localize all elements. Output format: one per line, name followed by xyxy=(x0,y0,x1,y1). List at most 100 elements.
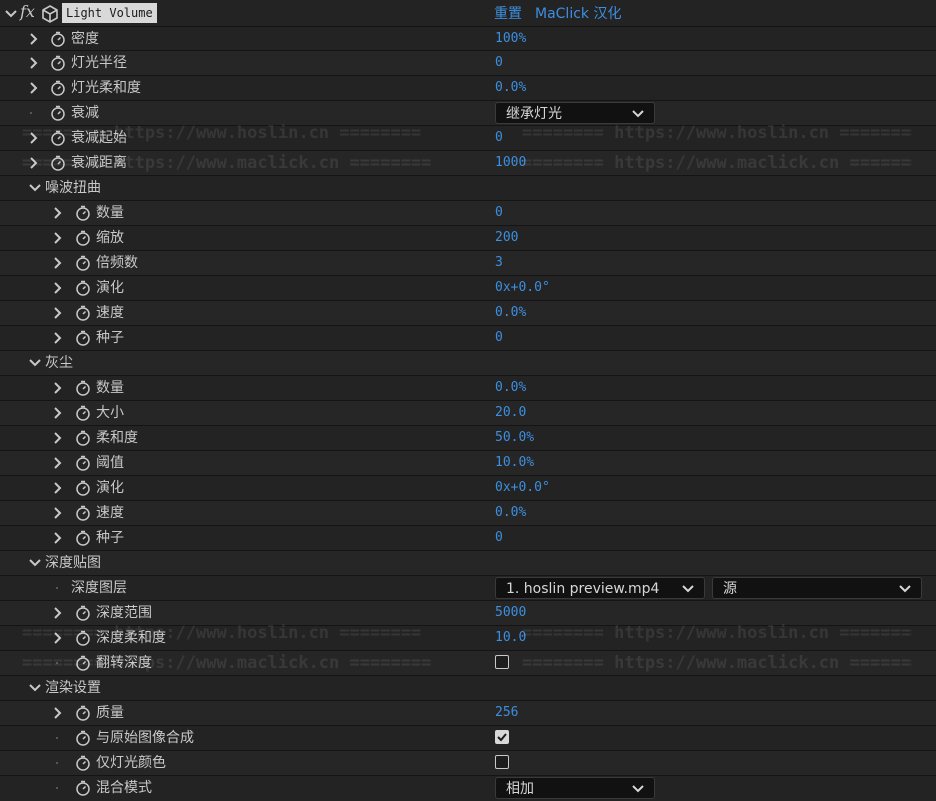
composite-original-checkbox[interactable] xyxy=(495,730,509,744)
param-value[interactable]: 1000 xyxy=(495,151,526,175)
chevron-right-icon[interactable] xyxy=(27,82,39,94)
chevron-right-icon[interactable] xyxy=(51,232,63,244)
stopwatch-icon[interactable] xyxy=(50,31,66,47)
stopwatch-icon[interactable] xyxy=(75,230,91,246)
group-label: 噪波扭曲 xyxy=(45,180,101,196)
param-label: 密度 xyxy=(71,31,99,47)
chevron-down-icon[interactable] xyxy=(29,557,41,569)
stopwatch-icon[interactable] xyxy=(75,205,91,221)
chevron-right-icon[interactable] xyxy=(27,33,39,45)
param-noise-seed: 种子 0 xyxy=(0,326,936,351)
indent-dot xyxy=(56,662,58,664)
stopwatch-icon[interactable] xyxy=(75,755,91,771)
param-value[interactable]: 0x+0.0° xyxy=(495,476,550,500)
param-label: 衰减距离 xyxy=(71,155,127,171)
stopwatch-icon[interactable] xyxy=(50,155,66,171)
param-blend-mode: 混合模式 相加 xyxy=(0,776,936,801)
chevron-down-icon[interactable] xyxy=(29,682,41,694)
param-value[interactable]: 256 xyxy=(495,701,518,725)
indent-dot xyxy=(30,112,32,114)
param-value[interactable]: 0.0% xyxy=(495,501,526,525)
stopwatch-icon[interactable] xyxy=(50,80,66,96)
blend-mode-dropdown[interactable]: 相加 xyxy=(495,777,655,799)
stopwatch-icon[interactable] xyxy=(50,105,66,121)
chevron-right-icon[interactable] xyxy=(27,57,39,69)
chevron-down-icon[interactable] xyxy=(29,357,41,369)
chevron-right-icon[interactable] xyxy=(51,257,63,269)
param-value[interactable]: 0x+0.0° xyxy=(495,276,550,300)
stopwatch-icon[interactable] xyxy=(75,380,91,396)
param-label: 深度图层 xyxy=(71,580,127,596)
depth-source-dropdown[interactable]: 源 xyxy=(712,577,922,599)
chevron-right-icon[interactable] xyxy=(51,632,63,644)
stopwatch-icon[interactable] xyxy=(75,730,91,746)
stopwatch-icon[interactable] xyxy=(75,605,91,621)
stopwatch-icon[interactable] xyxy=(75,255,91,271)
stopwatch-icon[interactable] xyxy=(75,630,91,646)
param-value[interactable]: 0 xyxy=(495,126,503,150)
param-label: 种子 xyxy=(96,330,124,346)
param-value[interactable]: 0.0% xyxy=(495,376,526,400)
param-falloff-start: 衰减起始 0 xyxy=(0,126,936,151)
depth-layer-dropdown[interactable]: 1. hoslin preview.mp4 xyxy=(495,577,705,599)
stopwatch-icon[interactable] xyxy=(75,530,91,546)
reset-button[interactable]: 重置 xyxy=(494,0,522,26)
stopwatch-icon[interactable] xyxy=(75,705,91,721)
chevron-right-icon[interactable] xyxy=(51,407,63,419)
chevron-right-icon[interactable] xyxy=(51,432,63,444)
param-value[interactable]: 100% xyxy=(495,27,526,51)
chevron-right-icon[interactable] xyxy=(51,457,63,469)
stopwatch-icon[interactable] xyxy=(75,655,91,671)
param-value[interactable]: 0.0% xyxy=(495,76,526,100)
param-value[interactable]: 0 xyxy=(495,201,503,225)
stopwatch-icon[interactable] xyxy=(50,55,66,71)
stopwatch-icon[interactable] xyxy=(50,130,66,146)
param-value[interactable]: 0 xyxy=(495,51,503,75)
stopwatch-icon[interactable] xyxy=(75,305,91,321)
stopwatch-icon[interactable] xyxy=(75,430,91,446)
stopwatch-icon[interactable] xyxy=(75,280,91,296)
chevron-right-icon[interactable] xyxy=(51,282,63,294)
param-value[interactable]: 10.0 xyxy=(495,626,526,650)
chevron-right-icon[interactable] xyxy=(51,607,63,619)
stopwatch-icon[interactable] xyxy=(75,780,91,796)
chevron-right-icon[interactable] xyxy=(51,382,63,394)
stopwatch-icon[interactable] xyxy=(75,330,91,346)
param-value[interactable]: 0.0% xyxy=(495,301,526,325)
chevron-down-icon[interactable] xyxy=(5,8,17,20)
chevron-right-icon[interactable] xyxy=(51,707,63,719)
chevron-down-icon[interactable] xyxy=(29,182,41,194)
falloff-dropdown[interactable]: 继承灯光 xyxy=(495,102,655,124)
indent-dot xyxy=(56,587,58,589)
stopwatch-icon[interactable] xyxy=(75,405,91,421)
param-value[interactable]: 3 xyxy=(495,251,503,275)
param-value[interactable]: 0 xyxy=(495,326,503,350)
chevron-right-icon[interactable] xyxy=(51,307,63,319)
stopwatch-icon[interactable] xyxy=(75,480,91,496)
param-value[interactable]: 50.0% xyxy=(495,426,534,450)
param-light-softness: 灯光柔和度 0.0% xyxy=(0,76,936,101)
light-color-only-checkbox[interactable] xyxy=(495,755,509,769)
param-invert-depth: 翻转深度 xyxy=(0,651,936,676)
chevron-right-icon[interactable] xyxy=(27,157,39,169)
param-value[interactable]: 20.0 xyxy=(495,401,526,425)
credit-link[interactable]: MaClick 汉化 xyxy=(535,0,621,26)
param-value[interactable]: 10.0% xyxy=(495,451,534,475)
param-value[interactable]: 5000 xyxy=(495,601,526,625)
invert-depth-checkbox[interactable] xyxy=(495,655,509,669)
chevron-right-icon[interactable] xyxy=(51,482,63,494)
chevron-right-icon[interactable] xyxy=(51,332,63,344)
param-dust-seed: 种子 0 xyxy=(0,526,936,551)
chevron-right-icon[interactable] xyxy=(27,132,39,144)
param-value[interactable]: 0 xyxy=(495,526,503,550)
param-depth-softness: 深度柔和度 10.0 xyxy=(0,626,936,651)
fx-icon[interactable]: fx xyxy=(20,2,35,21)
chevron-right-icon[interactable] xyxy=(51,532,63,544)
param-value[interactable]: 200 xyxy=(495,226,518,250)
stopwatch-icon[interactable] xyxy=(75,455,91,471)
param-noise-octaves: 倍频数 3 xyxy=(0,251,936,276)
chevron-right-icon[interactable] xyxy=(51,507,63,519)
chevron-right-icon[interactable] xyxy=(51,207,63,219)
stopwatch-icon[interactable] xyxy=(75,505,91,521)
param-label: 速度 xyxy=(96,505,124,521)
